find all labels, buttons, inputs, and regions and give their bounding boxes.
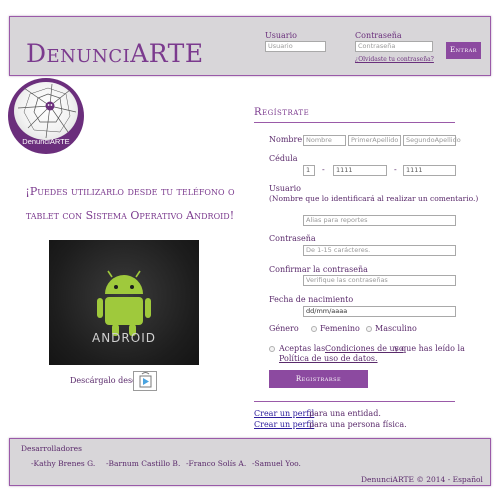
second-surname-input[interactable]: SegundoApellido xyxy=(403,135,461,146)
accept-mid-text: y que has leído la xyxy=(394,344,465,353)
id-dash-2: - xyxy=(394,165,397,174)
developer-3: -Franco Solís A. xyxy=(186,459,247,468)
gender-female-label: Femenino xyxy=(320,324,360,333)
register-divider-top xyxy=(254,122,455,123)
name-label: Nombre xyxy=(269,135,303,144)
id-part-2-input[interactable]: 1111 xyxy=(333,165,387,176)
username-hint: (Nombre que lo identificará al realizar … xyxy=(269,194,479,203)
username-label: Usuario xyxy=(269,184,301,193)
gender-female-radio[interactable] xyxy=(311,326,317,332)
footer-bar: Desarrolladores -Kathy Brenes G. -Barnum… xyxy=(9,438,491,486)
logo-graphic xyxy=(14,82,78,140)
login-user-label: Usuario xyxy=(265,31,297,40)
download-label: Descárgalo desde xyxy=(70,376,142,385)
accept-text: Aceptas las xyxy=(279,344,326,353)
id-dash-1: - xyxy=(322,165,325,174)
forgot-password-link[interactable]: ¿Olvidaste tu contraseña? xyxy=(355,56,434,63)
terms-link[interactable]: Condiciones de uso xyxy=(325,344,404,353)
privacy-link[interactable]: Política de uso de datos. xyxy=(279,354,378,363)
android-robot-icon: ANDROID xyxy=(92,270,156,345)
developer-2: -Barnum Castillo B. xyxy=(106,459,181,468)
dob-label: Fecha de nacimiento xyxy=(269,295,354,304)
logo-text: DenunciARTE xyxy=(22,137,70,146)
login-pass-label: Contraseña xyxy=(355,31,402,40)
shattered-glass-icon xyxy=(17,83,77,139)
create-entity-profile-link[interactable]: Crear un perfil xyxy=(254,409,314,418)
person-text: para una persona física. xyxy=(309,420,407,429)
first-surname-input[interactable]: PrimerApellido xyxy=(348,135,401,146)
password-input[interactable]: De 1-15 carácteres. xyxy=(303,245,456,256)
register-button[interactable]: Registrarse xyxy=(269,370,368,388)
entity-text: para una entidad. xyxy=(309,409,381,418)
id-part-1-input[interactable]: 1 xyxy=(303,165,315,176)
copyright: DenunciARTE © 2014 - Español xyxy=(361,475,483,484)
gender-male-label: Masculino xyxy=(375,324,417,333)
brand-title: DenunciARTE xyxy=(26,39,204,68)
login-button[interactable]: Entrar xyxy=(446,42,481,59)
confirm-password-input[interactable]: Verifique las contraseñas xyxy=(303,275,456,286)
username-input[interactable]: Alias para reportes xyxy=(303,215,456,226)
first-name-input[interactable]: Nombre xyxy=(303,135,346,146)
register-title: Regístrate xyxy=(254,107,310,118)
logo: DenunciARTE xyxy=(8,78,84,154)
promo-line-2: tablet con Sistema Operativo Android! xyxy=(25,209,235,222)
login-pass-input[interactable]: Contraseña xyxy=(355,41,433,52)
developer-1: -Kathy Brenes G. xyxy=(31,459,96,468)
promo-line-1: ¡Puedes utilizarlo desde tu teléfono o xyxy=(25,185,235,198)
login-user-input[interactable]: Usuario xyxy=(265,41,326,52)
id-part-3-input[interactable]: 1111 xyxy=(403,165,456,176)
play-store-icon[interactable] xyxy=(133,371,157,391)
developer-4: -Samuel Yoo. xyxy=(252,459,301,468)
header-bar: DenunciARTE Usuario Usuario Contraseña C… xyxy=(9,16,491,76)
dob-input[interactable]: dd/mm/aaaa xyxy=(303,306,456,317)
gender-male-radio[interactable] xyxy=(366,326,372,332)
id-label: Cédula xyxy=(269,154,298,163)
register-divider-bottom xyxy=(254,401,455,402)
gender-label: Género xyxy=(269,324,299,333)
create-person-profile-link[interactable]: Crear un perfil xyxy=(254,420,314,429)
accept-terms-checkbox[interactable] xyxy=(269,346,275,352)
confirm-password-label: Confirmar la contraseña xyxy=(269,265,368,274)
developers-title: Desarrolladores xyxy=(21,444,82,453)
password-label: Contraseña xyxy=(269,234,316,243)
android-wordmark: ANDROID xyxy=(92,331,156,345)
android-image: ANDROID xyxy=(49,240,199,365)
